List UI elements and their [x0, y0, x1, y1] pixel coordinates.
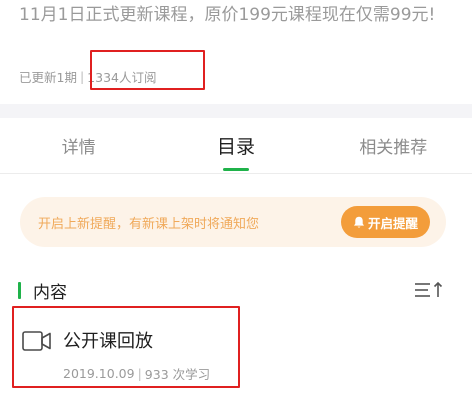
sort-icon[interactable]: [414, 280, 446, 300]
tab-catalog-label: 目录: [216, 136, 255, 158]
section-divider: [0, 104, 472, 118]
enable-reminder-label: 开启提醒: [367, 215, 418, 231]
lesson-views: 933 次学习: [144, 367, 211, 382]
video-icon: [22, 331, 51, 351]
course-catalog-page: 11月1日正式更新课程，原价199元课程现在仅需99元! 已更新1期 | 133…: [0, 0, 472, 394]
lesson-meta-divider: |: [137, 366, 142, 381]
lesson-meta: 2019.10.09 | 933 次学习: [63, 364, 210, 383]
course-description: 11月1日正式更新课程，原价199元课程现在仅需99元!: [19, 5, 436, 25]
subscriber-highlight-box: [90, 50, 205, 90]
reminder-text: 开启上新提醒，有新课上架时将通知您: [38, 216, 260, 232]
tab-details-label: 详情: [61, 138, 96, 158]
tab-details[interactable]: 详情: [0, 118, 157, 173]
section-accent-bar: [18, 281, 21, 299]
lesson-date: 2019.10.09: [63, 366, 135, 381]
active-tab-indicator: [222, 168, 249, 171]
meta-divider: |: [79, 68, 85, 84]
tab-related-label: 相关推荐: [359, 138, 428, 158]
lesson-title: 公开课回放: [63, 331, 153, 352]
tab-catalog[interactable]: 目录: [157, 118, 314, 173]
lesson-item[interactable]: 公开课回放 2019.10.09 | 933 次学习: [12, 306, 240, 388]
update-count: 已更新1期: [19, 69, 77, 85]
tab-bar: 详情 目录 相关推荐: [0, 118, 472, 174]
bell-icon: [353, 216, 364, 228]
content-section-title: 内容: [33, 282, 67, 303]
content-section-header: 内容: [18, 279, 67, 303]
tab-related[interactable]: 相关推荐: [315, 118, 472, 173]
new-course-reminder-banner: 开启上新提醒，有新课上架时将通知您 开启提醒: [20, 197, 446, 247]
enable-reminder-button[interactable]: 开启提醒: [340, 206, 430, 238]
